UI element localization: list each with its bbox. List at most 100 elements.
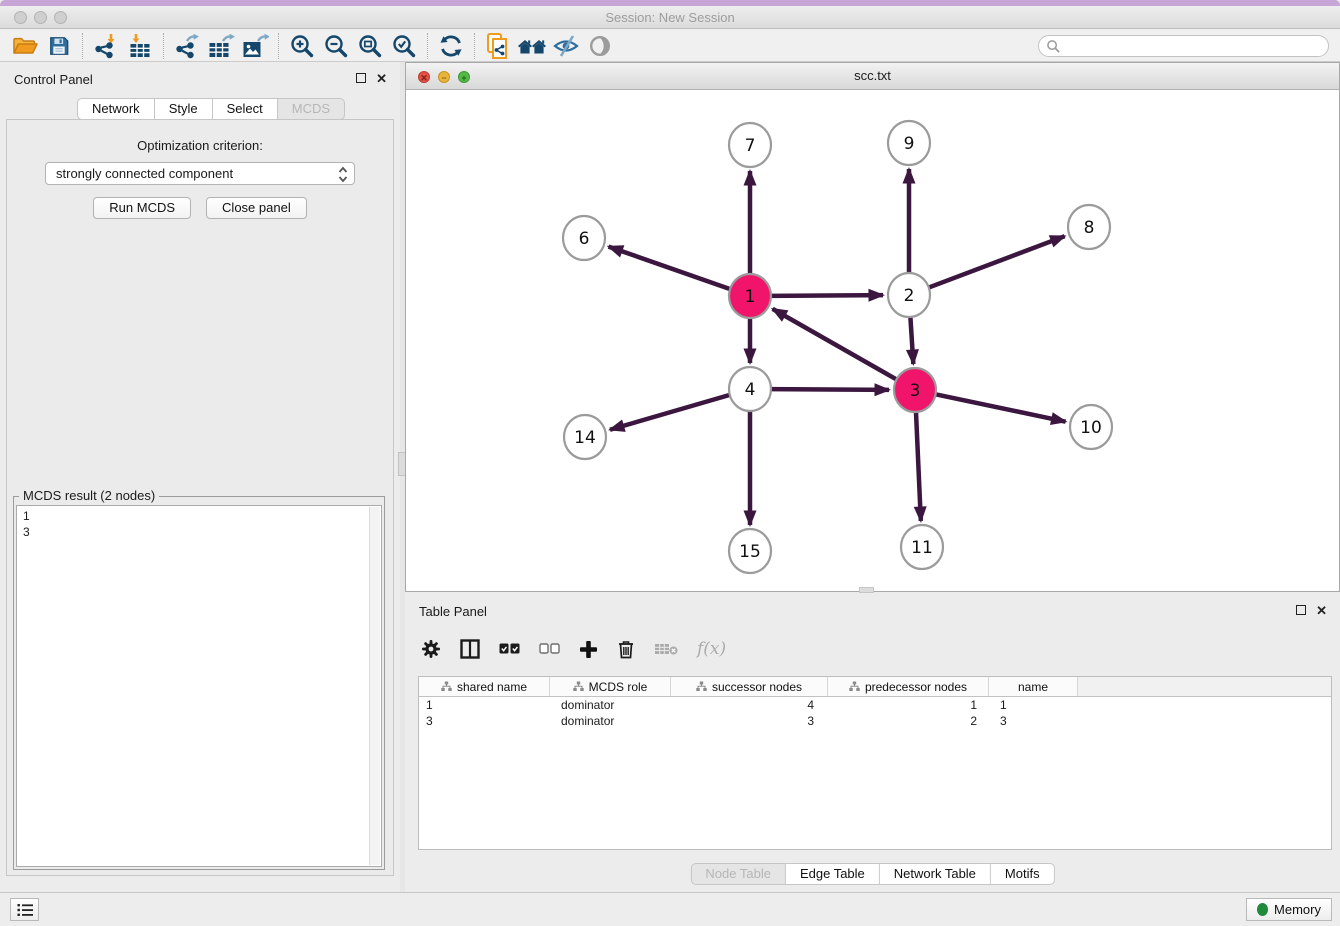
- graph-node-1[interactable]: 1: [729, 274, 771, 318]
- run-mcds-button[interactable]: Run MCDS: [93, 197, 191, 219]
- eye-slash-icon: [553, 34, 579, 58]
- network-canvas[interactable]: 7 9 6 8 1 2 4 3 14 10 15 11: [406, 90, 1339, 591]
- function-builder-button[interactable]: f(x): [697, 639, 726, 659]
- graph-node-8[interactable]: 8: [1068, 205, 1110, 249]
- table-settings-button[interactable]: [421, 639, 441, 659]
- status-bar: Memory: [0, 892, 1340, 926]
- graph-edge-2-8[interactable]: [929, 236, 1065, 287]
- save-session-button[interactable]: [42, 31, 76, 61]
- graph-edge-1-2[interactable]: [771, 295, 883, 296]
- deselect-all-button[interactable]: [539, 643, 560, 655]
- tab-network[interactable]: Network: [77, 98, 155, 120]
- tree-icon: [573, 681, 584, 692]
- graph-node-3[interactable]: 3: [894, 368, 936, 412]
- graph-node-15[interactable]: 15: [729, 529, 771, 573]
- zoom-selected-button[interactable]: [387, 31, 421, 61]
- search-input[interactable]: [1061, 37, 1328, 55]
- table-row[interactable]: 1 dominator 4 1 1: [419, 697, 1331, 713]
- memory-button[interactable]: Memory: [1246, 898, 1332, 921]
- svg-text:4: 4: [745, 380, 756, 400]
- graph-node-4[interactable]: 4: [729, 367, 771, 411]
- import-table-button[interactable]: [123, 31, 157, 61]
- tab-network-table[interactable]: Network Table: [880, 863, 991, 885]
- result-scrollbar[interactable]: [369, 507, 380, 865]
- graph-node-11[interactable]: 11: [901, 525, 943, 569]
- export-network-button[interactable]: [170, 31, 204, 61]
- svg-text:7: 7: [745, 136, 756, 156]
- network-view-window: ✕ − + scc.txt 7968124314101511: [405, 62, 1340, 592]
- column-header-predecessor-nodes[interactable]: predecessor nodes: [828, 677, 989, 696]
- table-float-panel-icon[interactable]: [1296, 605, 1306, 615]
- mcds-result-text[interactable]: 1 3: [16, 505, 382, 867]
- graph-edge-3-11[interactable]: [916, 411, 921, 521]
- mcds-result-title: MCDS result (2 nodes): [19, 488, 159, 503]
- export-table-button[interactable]: [204, 31, 238, 61]
- table-row[interactable]: 3 dominator 3 2 3: [419, 713, 1331, 729]
- add-row-button[interactable]: [579, 640, 598, 659]
- delete-table-button[interactable]: [654, 642, 678, 656]
- float-panel-icon[interactable]: [356, 73, 366, 83]
- graph-node-10[interactable]: 10: [1070, 405, 1112, 449]
- export-network-icon: [174, 33, 200, 59]
- home-view-button[interactable]: [515, 31, 549, 61]
- import-network-icon: [93, 33, 119, 59]
- delete-row-button[interactable]: [617, 639, 635, 659]
- column-header-shared-name[interactable]: shared name: [419, 677, 550, 696]
- select-all-button[interactable]: [499, 643, 520, 655]
- horizontal-splitter-handle[interactable]: [859, 587, 874, 593]
- graph-node-9[interactable]: 9: [888, 121, 930, 165]
- tab-motifs[interactable]: Motifs: [991, 863, 1055, 885]
- optimization-criterion-label: Optimization criterion:: [7, 138, 393, 153]
- close-panel-button[interactable]: Close panel: [206, 197, 307, 219]
- zoom-fit-button[interactable]: [353, 31, 387, 61]
- import-network-button[interactable]: [89, 31, 123, 61]
- network-window-title: scc.txt: [406, 68, 1339, 83]
- zoom-in-button[interactable]: [285, 31, 319, 61]
- hide-selected-button[interactable]: [549, 31, 583, 61]
- graph-edge-2-3[interactable]: [910, 316, 913, 364]
- export-image-button[interactable]: [238, 31, 272, 61]
- svg-text:2: 2: [904, 286, 915, 306]
- tab-edge-table[interactable]: Edge Table: [786, 863, 880, 885]
- close-panel-icon[interactable]: ✕: [376, 73, 387, 85]
- graph-edge-4-3[interactable]: [771, 389, 889, 390]
- graph-node-6[interactable]: 6: [563, 216, 605, 260]
- svg-text:3: 3: [910, 381, 921, 401]
- select-all-icon: [499, 643, 520, 655]
- graph-node-14[interactable]: 14: [564, 415, 606, 459]
- graph-edge-3-1[interactable]: [773, 309, 897, 380]
- graph-edge-1-6[interactable]: [609, 247, 731, 289]
- graph-edge-3-10[interactable]: [936, 394, 1066, 421]
- search-box[interactable]: [1038, 35, 1329, 57]
- mcds-panel: Optimization criterion: strongly connect…: [6, 119, 394, 876]
- tab-style[interactable]: Style: [155, 98, 213, 120]
- graph-node-2[interactable]: 2: [888, 273, 930, 317]
- column-header-successor-nodes[interactable]: successor nodes: [671, 677, 828, 696]
- column-header-name[interactable]: name: [989, 677, 1078, 696]
- svg-text:8: 8: [1084, 218, 1095, 238]
- table-close-panel-icon[interactable]: ✕: [1316, 605, 1327, 617]
- tab-node-table[interactable]: Node Table: [690, 863, 786, 885]
- toolbar-separator: [278, 33, 279, 59]
- app-titlebar: Session: New Session: [0, 6, 1340, 29]
- refresh-layout-icon: [438, 33, 464, 59]
- graph-node-7[interactable]: 7: [729, 123, 771, 167]
- column-header-mcds-role[interactable]: MCDS role: [550, 677, 671, 696]
- list-icon: [17, 903, 33, 917]
- tab-select[interactable]: Select: [213, 98, 278, 120]
- open-session-button[interactable]: [8, 31, 42, 61]
- view-mode-button[interactable]: [583, 31, 617, 61]
- graph-edge-4-14[interactable]: [610, 395, 730, 430]
- clone-network-button[interactable]: [481, 31, 515, 61]
- tab-mcds[interactable]: MCDS: [278, 98, 345, 120]
- zoom-in-icon: [289, 33, 315, 59]
- toolbar-separator: [427, 33, 428, 59]
- show-panels-button[interactable]: [10, 898, 39, 921]
- show-column-button[interactable]: [460, 639, 480, 659]
- apply-layout-button[interactable]: [434, 31, 468, 61]
- criterion-dropdown[interactable]: strongly connected component: [45, 162, 355, 185]
- zoom-out-button[interactable]: [319, 31, 353, 61]
- columns-icon: [460, 639, 480, 659]
- cell-name: 1: [989, 698, 1078, 712]
- plus-icon: [579, 640, 598, 659]
